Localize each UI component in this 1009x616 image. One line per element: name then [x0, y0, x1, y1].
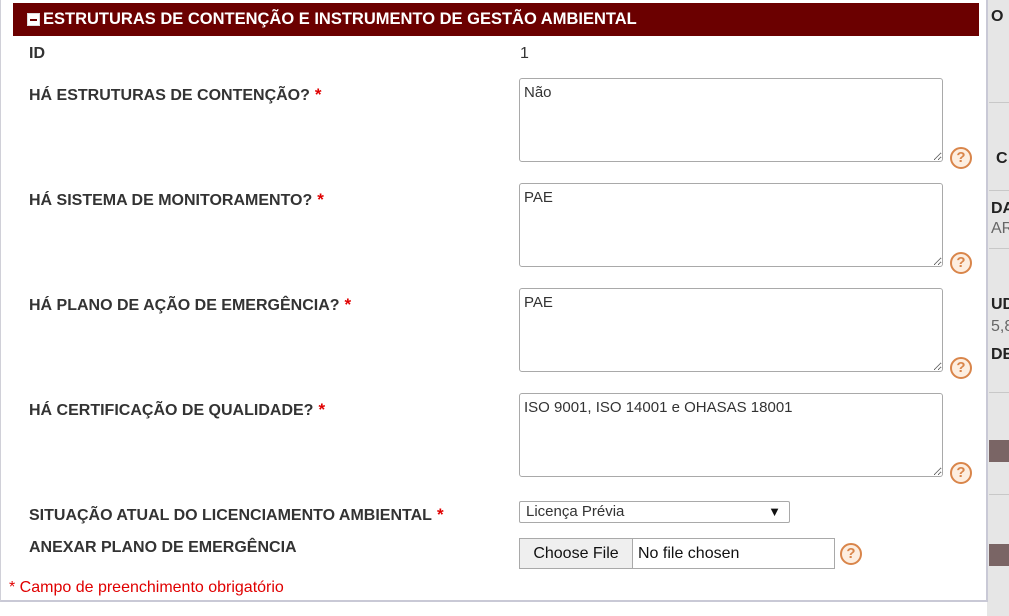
file-input[interactable]: Choose File No file chosen — [519, 538, 835, 569]
id-label-text: ID — [29, 45, 45, 62]
background-divider — [989, 248, 1009, 249]
background-text: 5,8 — [991, 318, 1009, 335]
background-text: DA — [991, 200, 1009, 217]
background-text: DE — [991, 346, 1009, 363]
help-icon[interactable]: ? — [950, 462, 972, 484]
required-marker: * — [318, 400, 326, 419]
background-bar — [989, 440, 1009, 462]
background-divider — [989, 392, 1009, 393]
anexo-label: ANEXAR PLANO DE EMERGÊNCIA — [29, 539, 297, 557]
background-text: AR — [991, 220, 1009, 237]
licenciamento-select[interactable]: Licença Prévia ▼ — [519, 501, 790, 523]
estruturas-label: HÁ ESTRUTURAS DE CONTENÇÃO? * — [29, 85, 322, 105]
licenciamento-label: SITUAÇÃO ATUAL DO LICENCIAMENTO AMBIENTA… — [29, 505, 444, 525]
licenciamento-label-text: SITUAÇÃO ATUAL DO LICENCIAMENTO AMBIENTA… — [29, 507, 432, 524]
section-header[interactable]: ESTRUTURAS DE CONTENÇÃO E INSTRUMENTO DE… — [13, 3, 979, 36]
id-value: 1 — [520, 45, 529, 62]
monitoramento-label-text: HÁ SISTEMA DE MONITORAMENTO? — [29, 192, 313, 209]
monitoramento-textarea[interactable]: PAE — [519, 183, 943, 267]
required-footnote: * Campo de preenchimento obrigatório — [9, 579, 284, 596]
file-status-text: No file chosen — [638, 545, 740, 562]
section-title: ESTRUTURAS DE CONTENÇÃO E INSTRUMENTO DE… — [43, 10, 637, 28]
plano-acao-textarea[interactable]: PAE — [519, 288, 943, 372]
estruturas-label-text: HÁ ESTRUTURAS DE CONTENÇÃO? — [29, 87, 310, 104]
help-icon[interactable]: ? — [840, 543, 862, 565]
certificacao-label-text: HÁ CERTIFICAÇÃO DE QUALIDADE? — [29, 402, 314, 419]
estruturas-textarea[interactable]: Não — [519, 78, 943, 162]
id-label: ID — [29, 45, 45, 63]
background-text: UD — [991, 296, 1009, 313]
plano-acao-label: HÁ PLANO DE AÇÃO DE EMERGÊNCIA? * — [29, 295, 351, 315]
required-marker: * — [344, 295, 352, 314]
background-bar — [989, 544, 1009, 566]
help-icon[interactable]: ? — [950, 147, 972, 169]
help-icon[interactable]: ? — [950, 357, 972, 379]
certificacao-textarea[interactable]: ISO 9001, ISO 14001 e OHASAS 18001 — [519, 393, 943, 477]
background-divider — [989, 494, 1009, 495]
background-text: C — [996, 150, 1008, 167]
anexo-label-text: ANEXAR PLANO DE EMERGÊNCIA — [29, 539, 297, 556]
background-divider — [989, 102, 1009, 103]
required-marker: * — [314, 85, 322, 104]
licenciamento-selected-value: Licença Prévia — [526, 503, 625, 520]
background-text: O — [991, 8, 1004, 25]
required-marker: * — [436, 505, 444, 524]
collapse-icon[interactable] — [27, 13, 40, 26]
certificacao-label: HÁ CERTIFICAÇÃO DE QUALIDADE? * — [29, 400, 325, 420]
form-panel: ESTRUTURAS DE CONTENÇÃO E INSTRUMENTO DE… — [0, 0, 988, 602]
dropdown-arrow-icon: ▼ — [768, 504, 781, 519]
background-divider — [989, 190, 1009, 191]
plano-acao-label-text: HÁ PLANO DE AÇÃO DE EMERGÊNCIA? — [29, 297, 340, 314]
monitoramento-label: HÁ SISTEMA DE MONITORAMENTO? * — [29, 190, 324, 210]
choose-file-button[interactable]: Choose File — [520, 539, 633, 568]
required-marker: * — [317, 190, 324, 209]
help-icon[interactable]: ? — [950, 252, 972, 274]
